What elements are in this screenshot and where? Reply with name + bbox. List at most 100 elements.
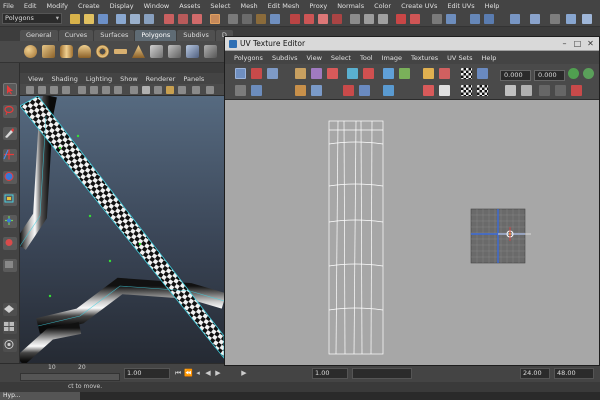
viewport-menu-show[interactable]: Show (120, 75, 138, 83)
last-tool-icon[interactable] (3, 259, 17, 272)
uv-menu-view[interactable]: View (306, 54, 321, 62)
perspective-viewport[interactable] (20, 96, 224, 363)
menu-edit-mesh[interactable]: Edit Mesh (268, 2, 300, 10)
menu-create-uvs[interactable]: Create UVs (401, 2, 437, 10)
anim-end-field[interactable]: 48.00 (554, 368, 594, 379)
render-settings-icon[interactable] (270, 14, 280, 24)
poly-cube-icon[interactable] (42, 45, 55, 58)
wireframe-on-shaded-icon[interactable] (154, 86, 162, 94)
menu-modify[interactable]: Modify (46, 2, 68, 10)
play-forward-icon[interactable]: ▶ (214, 369, 222, 377)
menu-create[interactable]: Create (78, 2, 100, 10)
layout-icon-3[interactable] (510, 14, 520, 24)
shadows-icon[interactable] (192, 86, 200, 94)
soft-modify-icon[interactable] (3, 237, 17, 250)
menu-normals[interactable]: Normals (337, 2, 364, 10)
save-scene-icon[interactable] (98, 14, 108, 24)
uv-sew-icon[interactable] (327, 68, 338, 79)
lasso-icon[interactable] (3, 105, 17, 118)
shelf-tab-polygons[interactable]: Polygons (135, 30, 177, 41)
new-scene-icon[interactable] (70, 14, 80, 24)
magnet-plane-icon[interactable] (332, 14, 342, 24)
play-back-icon[interactable]: ◀ (204, 369, 212, 377)
play-icon[interactable]: ▶ (240, 369, 248, 377)
poly-plane-icon[interactable] (114, 49, 127, 54)
select-hierarchy-icon[interactable] (116, 14, 126, 24)
uv-copy-icon[interactable] (505, 85, 516, 96)
menu-mesh[interactable]: Mesh (240, 2, 257, 10)
layout-icon-1[interactable] (470, 14, 480, 24)
layout-icon-2[interactable] (484, 14, 494, 24)
viewport-menu-shading[interactable]: Shading (51, 75, 77, 83)
uv-tool-row2-5[interactable] (343, 85, 354, 96)
uv-menu-uv-sets[interactable]: UV Sets (447, 54, 472, 62)
time-track[interactable] (20, 373, 120, 381)
range-end-field[interactable]: 24.00 (520, 368, 550, 379)
scale-icon[interactable] (3, 193, 17, 206)
minimize-icon[interactable]: – (560, 39, 569, 48)
taskbar-item[interactable]: Hyp... (0, 392, 80, 400)
uv-tool-row2-9[interactable] (439, 85, 450, 96)
uv-sync-icon[interactable] (583, 68, 594, 79)
wireframe-icon[interactable] (130, 86, 138, 94)
range-start-field[interactable]: 1.00 (312, 368, 348, 379)
magnet-curve-icon[interactable] (304, 14, 314, 24)
close-icon[interactable]: ✕ (586, 39, 595, 48)
image-plane-icon[interactable] (62, 86, 70, 94)
uv-texture-icon[interactable] (439, 68, 450, 79)
menu-proxy[interactable]: Proxy (309, 2, 327, 10)
menu-window[interactable]: Window (144, 2, 170, 10)
tool-icon-4[interactable] (432, 14, 442, 24)
smooth-shade-icon[interactable] (142, 86, 150, 94)
poly-combine-icon[interactable] (150, 45, 163, 58)
uv-image-icon[interactable] (423, 68, 434, 79)
select-component-icon[interactable] (144, 14, 154, 24)
uv-rotate-icon[interactable] (267, 68, 278, 79)
viewport-menu-lighting[interactable]: Lighting (86, 75, 112, 83)
menu-edit-uvs[interactable]: Edit UVs (447, 2, 474, 10)
menu-color[interactable]: Color (374, 2, 391, 10)
snap-surface-icon[interactable] (210, 14, 220, 24)
uv-menu-polygons[interactable]: Polygons (234, 54, 263, 62)
maximize-icon[interactable]: □ (573, 39, 582, 48)
magnet-icon-2[interactable] (396, 14, 406, 24)
layout-icon-7[interactable] (582, 14, 592, 24)
grid-icon[interactable] (78, 86, 86, 94)
uv-cut-icon[interactable] (311, 68, 322, 79)
camera-icon[interactable] (26, 86, 34, 94)
isolate-icon[interactable] (206, 86, 214, 94)
uv-menu-tool[interactable]: Tool (360, 54, 373, 62)
magnet-icon[interactable] (290, 14, 300, 24)
layout-icon-6[interactable] (566, 14, 576, 24)
bookmark-icon[interactable] (50, 86, 58, 94)
viewport-menu-view[interactable]: View (28, 75, 43, 83)
menu-edit[interactable]: Edit (24, 2, 37, 10)
uv-options-icon[interactable] (571, 85, 582, 96)
resolution-gate-icon[interactable] (102, 86, 110, 94)
uv-tool-row2-7[interactable] (383, 85, 394, 96)
menu-assets[interactable]: Assets (179, 2, 200, 10)
menu-help[interactable]: Help (485, 2, 500, 10)
render-icon[interactable] (242, 14, 252, 24)
magnet-icon-3[interactable] (410, 14, 420, 24)
gate-mask-icon[interactable] (114, 86, 122, 94)
uv-checker-tile[interactable] (470, 208, 531, 264)
snap-grid-icon[interactable] (164, 14, 174, 24)
shelf-tab-curves[interactable]: Curves (58, 30, 94, 41)
viewport-menu-renderer[interactable]: Renderer (146, 75, 176, 83)
uv-move-icon[interactable] (295, 68, 306, 79)
tool-icon-3[interactable] (378, 14, 388, 24)
poly-cylinder-icon[interactable] (60, 45, 73, 58)
layout-icon-5[interactable] (550, 14, 560, 24)
mode-selector[interactable]: Polygons ▾ (2, 13, 62, 24)
range-slider[interactable] (352, 368, 412, 379)
layout-single-icon[interactable] (3, 303, 17, 316)
poly-sphere-icon[interactable] (24, 45, 37, 58)
uv-tool-row2-8[interactable] (423, 85, 434, 96)
select-object-icon[interactable] (130, 14, 140, 24)
tool-icon-2[interactable] (364, 14, 374, 24)
snap-point-icon[interactable] (192, 14, 202, 24)
uv-snap-icon[interactable] (399, 68, 410, 79)
layout-icon-4[interactable] (530, 14, 540, 24)
step-back-key-icon[interactable]: ⏪ (184, 369, 193, 377)
